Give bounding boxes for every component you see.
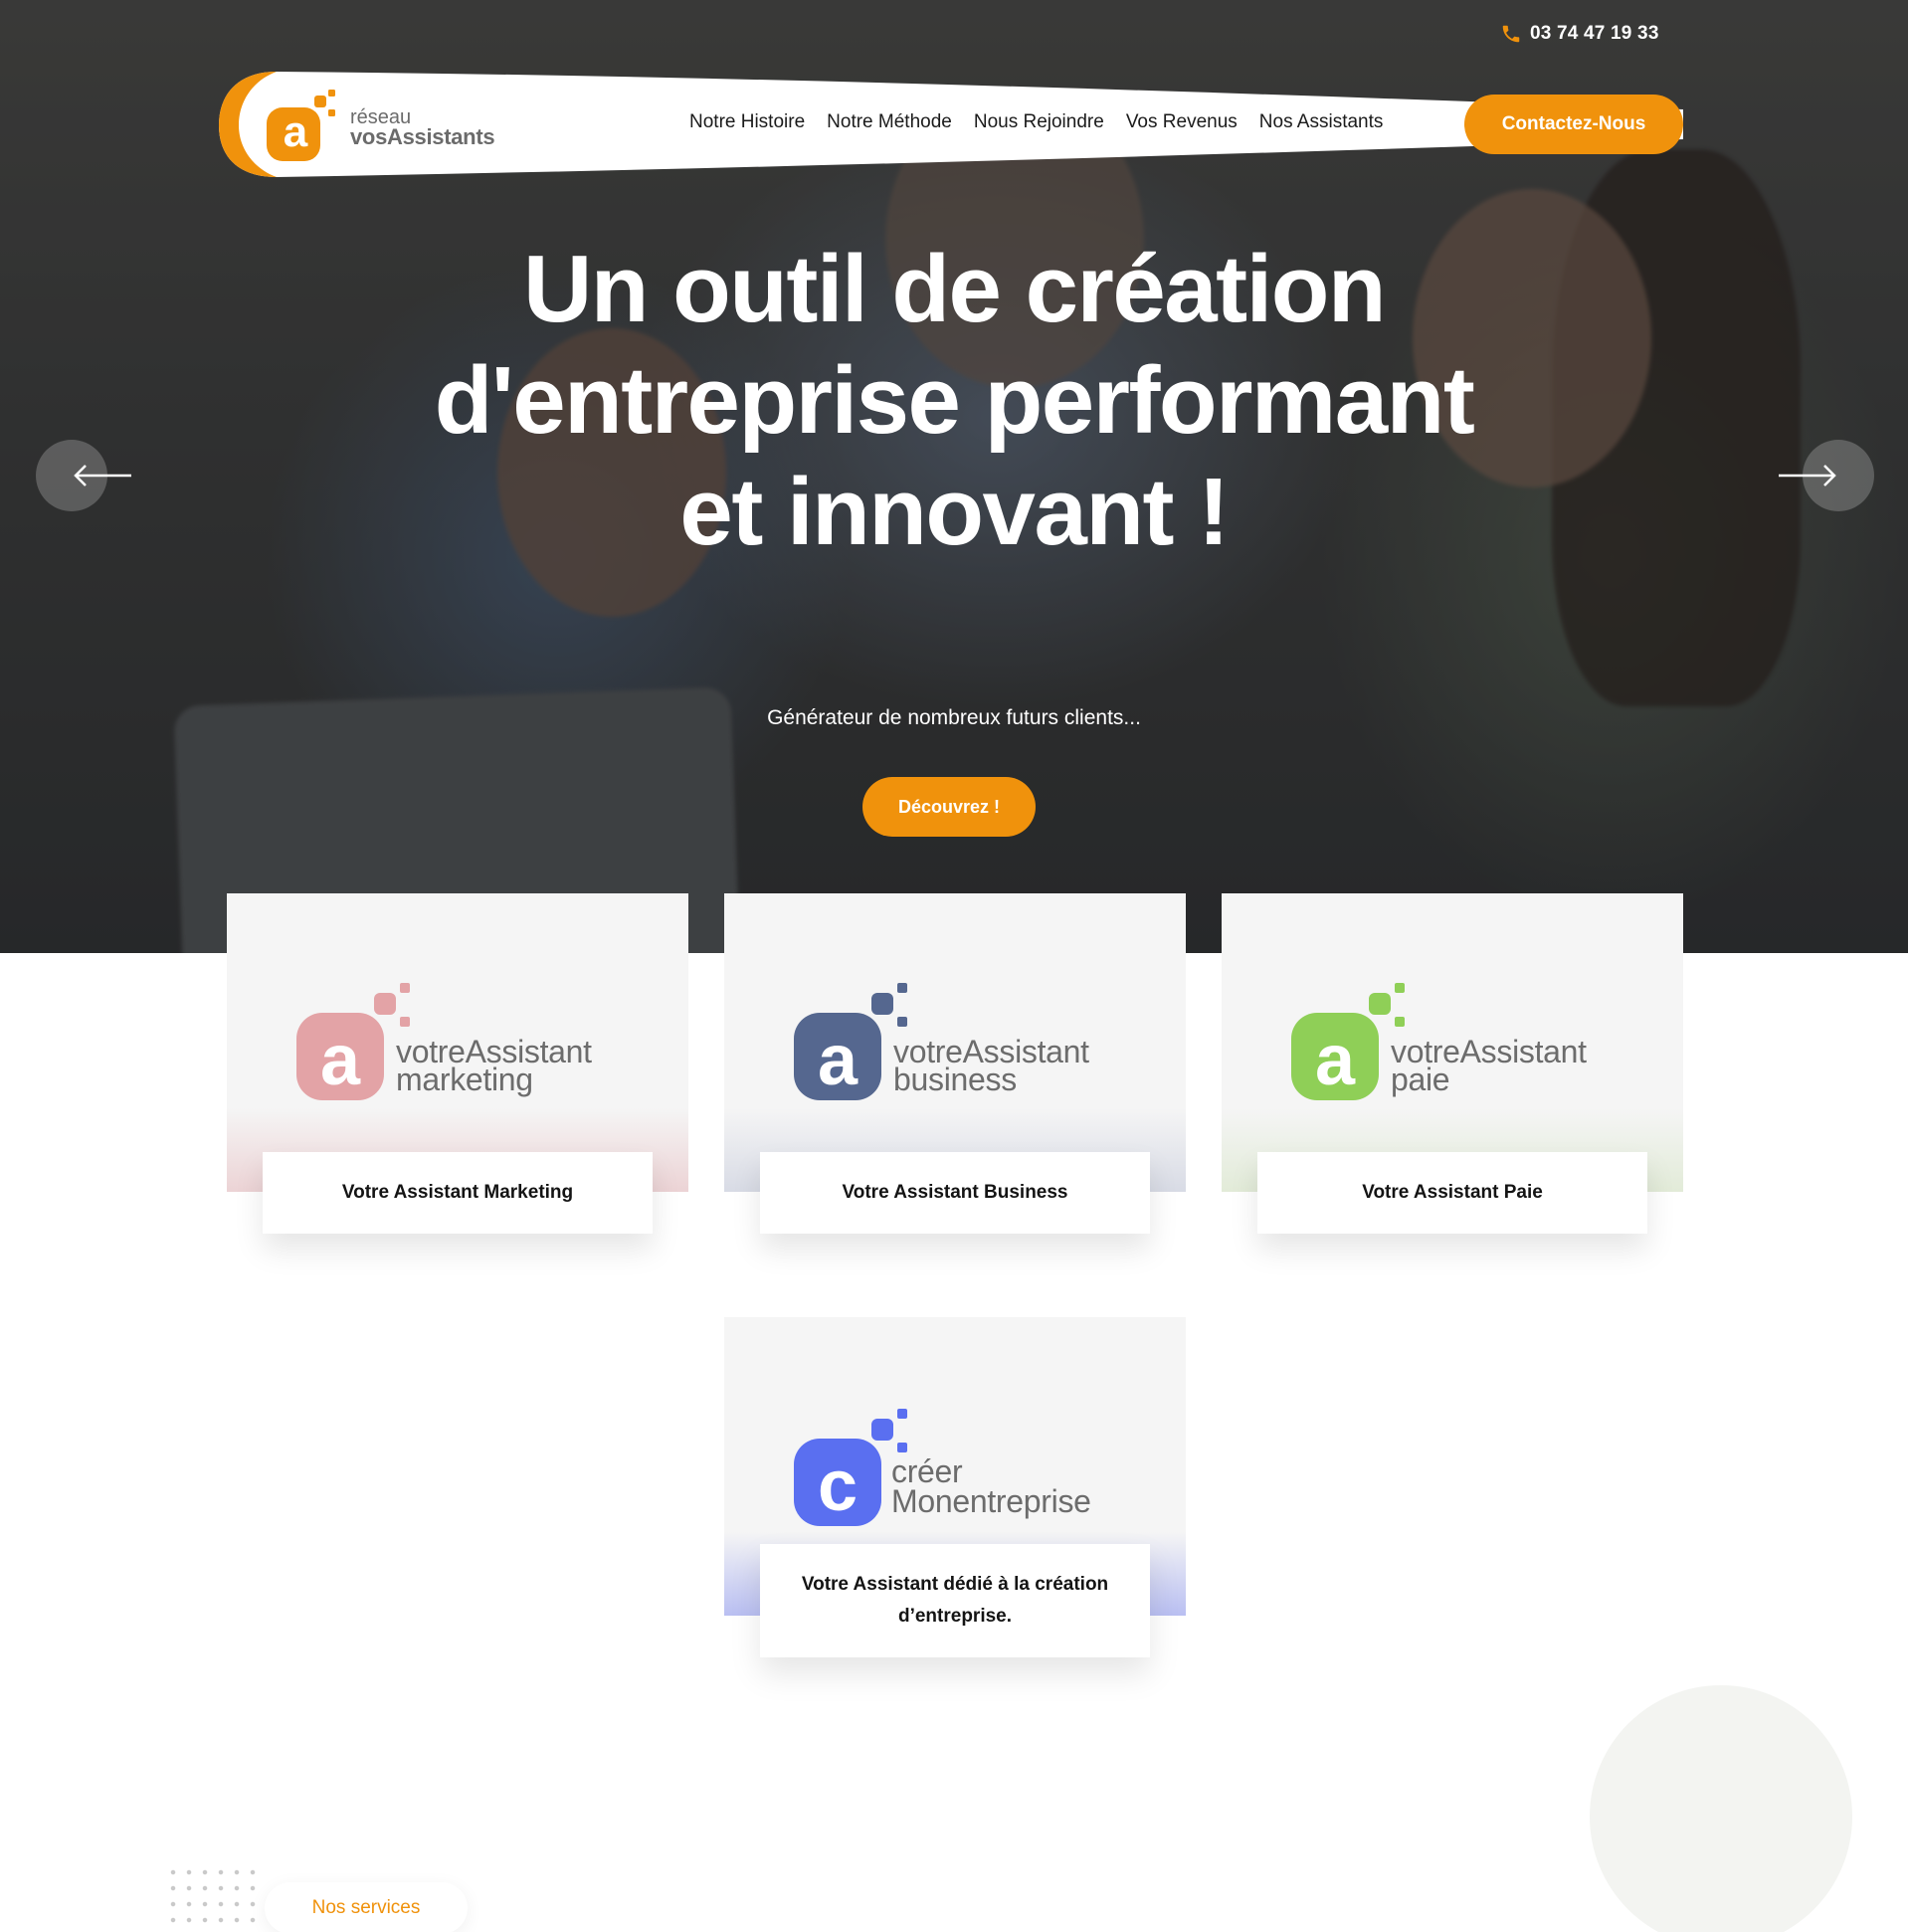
decorative-circle bbox=[1590, 1685, 1852, 1932]
nav-link-nos-assistants[interactable]: Nos Assistants bbox=[1259, 111, 1384, 133]
assistant-marketing-logo-letter: a bbox=[319, 1021, 361, 1100]
card-assistant-paie[interactable]: a votreAssistant paie bbox=[1222, 893, 1683, 1192]
card-label-assistant-marketing[interactable]: Votre Assistant Marketing bbox=[263, 1152, 653, 1234]
card-label-creer-mon-entreprise[interactable]: Votre Assistant dédié à la création d’en… bbox=[760, 1544, 1150, 1657]
card-assistant-marketing[interactable]: a votreAssistant marketing bbox=[227, 893, 688, 1192]
discover-button[interactable]: Découvrez ! bbox=[862, 777, 1036, 837]
phone-icon bbox=[1502, 25, 1520, 43]
topbar-phone-link[interactable]: 03 74 47 19 33 bbox=[1500, 20, 1659, 48]
nav-link-notre-histoire[interactable]: Notre Histoire bbox=[689, 111, 805, 133]
logo-wordmark: réseau vosAssistants bbox=[350, 107, 495, 149]
hero-title: Un outil de création d'entreprise perfor… bbox=[434, 236, 1475, 565]
logo-mark-icon: a bbox=[265, 90, 340, 165]
assistant-business-wordmark-line2: business bbox=[893, 1062, 1017, 1097]
assistant-business-wordmark: votreAssistant business bbox=[893, 1036, 1089, 1097]
assistant-paie-logo-letter: a bbox=[1314, 1021, 1356, 1100]
creer-mon-entreprise-wordmark: créer Monentreprise bbox=[891, 1453, 1091, 1519]
hero-section: 03 74 47 19 33 a réseau vosAssistants No… bbox=[0, 0, 1908, 953]
nav-link-nous-rejoindre[interactable]: Nous Rejoindre bbox=[974, 111, 1104, 133]
decorative-dots bbox=[165, 1864, 265, 1932]
page: 03 74 47 19 33 a réseau vosAssistants No… bbox=[0, 0, 1908, 1932]
slider-next-button[interactable] bbox=[1779, 440, 1874, 511]
assistant-paie-wordmark-line2: paie bbox=[1391, 1062, 1450, 1097]
slider-prev-button[interactable] bbox=[36, 440, 131, 511]
assistant-paie-wordmark: votreAssistant paie bbox=[1391, 1036, 1587, 1097]
nav-links: Notre Histoire Notre Méthode Nous Rejoin… bbox=[689, 111, 1383, 133]
arrow-left-icon bbox=[74, 465, 131, 486]
arrow-right-icon bbox=[1779, 465, 1836, 486]
topbar-phone-number: 03 74 47 19 33 bbox=[1530, 23, 1659, 44]
card-assistant-business[interactable]: a votreAssistant business bbox=[724, 893, 1186, 1192]
main-navbar: a réseau vosAssistants Notre Histoire No… bbox=[217, 70, 1683, 179]
assistant-business-logo-letter: a bbox=[817, 1021, 859, 1100]
services-section-tag: Nos services bbox=[265, 1882, 468, 1932]
creer-mon-entreprise-wordmark-line2: Monentreprise bbox=[891, 1483, 1091, 1519]
card-label-assistant-business[interactable]: Votre Assistant Business bbox=[760, 1152, 1150, 1234]
creer-mon-entreprise-wordmark-line1: créer bbox=[891, 1453, 963, 1489]
site-logo[interactable]: a réseau vosAssistants bbox=[265, 88, 495, 167]
card-label-assistant-paie[interactable]: Votre Assistant Paie bbox=[1257, 1152, 1647, 1234]
logo-line2: vosAssistants bbox=[350, 124, 495, 149]
creer-mon-entreprise-logo-letter: c bbox=[817, 1447, 859, 1526]
logo-mark-letter: a bbox=[283, 107, 308, 156]
contact-us-button[interactable]: Contactez-Nous bbox=[1464, 95, 1683, 154]
assistant-marketing-wordmark: votreAssistant marketing bbox=[396, 1036, 592, 1097]
hero-subtitle: Générateur de nombreux futurs clients... bbox=[767, 706, 1141, 729]
assistant-marketing-wordmark-line2: marketing bbox=[396, 1062, 533, 1097]
nav-link-notre-methode[interactable]: Notre Méthode bbox=[827, 111, 952, 133]
nav-link-vos-revenus[interactable]: Vos Revenus bbox=[1126, 111, 1238, 133]
